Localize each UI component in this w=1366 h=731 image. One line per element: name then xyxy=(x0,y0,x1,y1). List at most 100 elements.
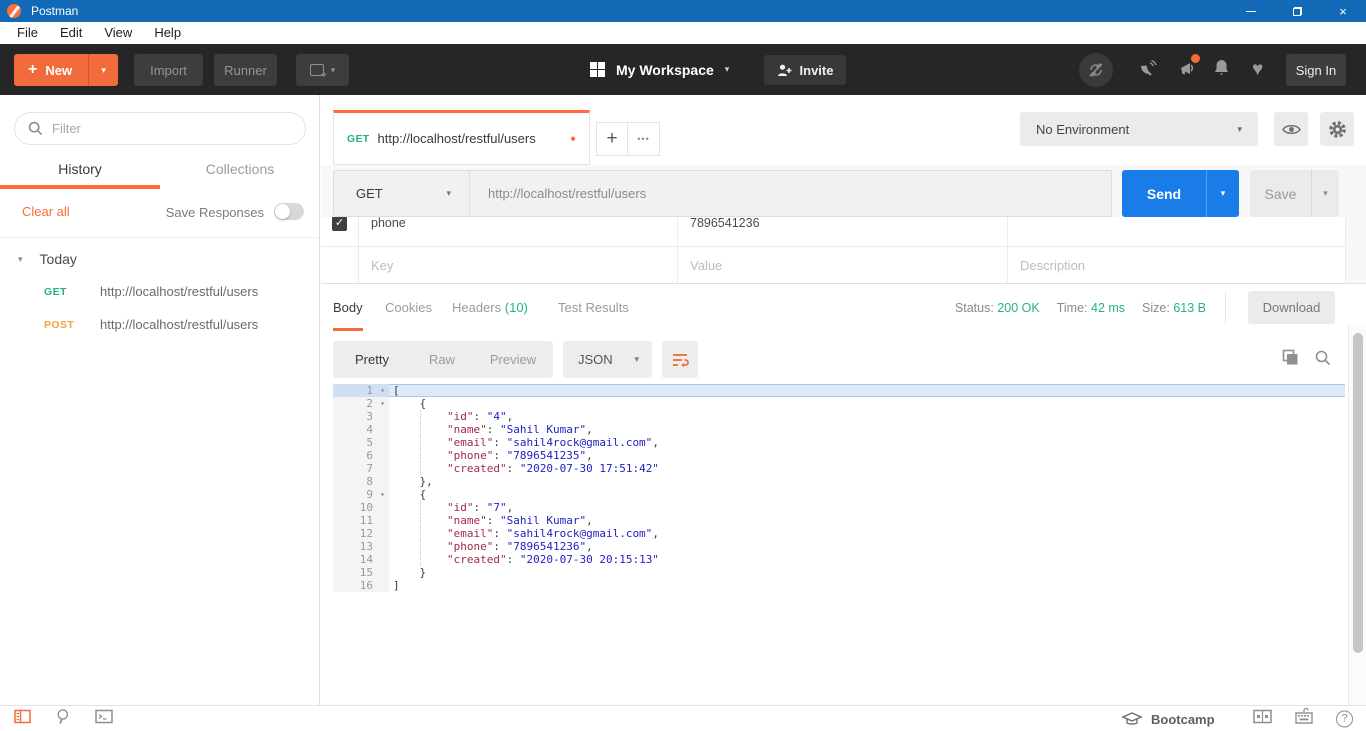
editor-line[interactable]: 16] xyxy=(333,579,1345,592)
restore-icon xyxy=(1293,7,1302,16)
url-input[interactable] xyxy=(470,171,1111,216)
import-button[interactable]: Import xyxy=(134,54,203,86)
tab-options-button[interactable]: ••• xyxy=(627,122,660,156)
send-button[interactable]: Send xyxy=(1122,170,1206,217)
key-placeholder[interactable]: Key xyxy=(371,258,393,273)
editor-line[interactable]: 2▾ { xyxy=(333,397,1345,410)
param-value[interactable]: 7896541236 xyxy=(690,217,760,230)
response-body-editor[interactable]: 1▾[2▾ {3 "id": "4",4 "name": "Sahil Kuma… xyxy=(333,384,1345,705)
bootcamp-button[interactable]: Bootcamp xyxy=(1122,706,1215,731)
send-dropdown-button[interactable]: ▾ xyxy=(1206,170,1239,217)
minimize-button[interactable] xyxy=(1228,0,1274,22)
filter-input[interactable] xyxy=(52,121,272,136)
param-checkbox[interactable]: ✓ xyxy=(332,217,347,231)
editor-line[interactable]: 8 }, xyxy=(333,475,1345,488)
format-selector[interactable]: JSON ▾ xyxy=(563,341,652,378)
request-tab[interactable]: GET http://localhost/restful/users ● xyxy=(333,110,590,165)
menu-edit[interactable]: Edit xyxy=(49,22,93,44)
new-tab-button[interactable]: + xyxy=(596,122,628,156)
param-row[interactable]: ✓ phone 7896541236 xyxy=(321,217,1346,247)
unsaved-dot-icon: ● xyxy=(570,133,576,144)
announcements-button[interactable] xyxy=(1178,58,1198,82)
description-placeholder[interactable]: Description xyxy=(1020,258,1085,273)
editor-line[interactable]: 13 "phone": "7896541236", xyxy=(333,540,1345,553)
history-item[interactable]: POSThttp://localhost/restful/users xyxy=(0,308,320,341)
value-placeholder[interactable]: Value xyxy=(690,258,722,273)
proxy-button[interactable] xyxy=(1138,58,1158,82)
editor-line[interactable]: 5 "email": "sahil4rock@gmail.com", xyxy=(333,436,1345,449)
invite-button[interactable]: Invite xyxy=(764,55,846,85)
view-preview[interactable]: Preview xyxy=(473,341,553,378)
tab-history[interactable]: History xyxy=(0,152,160,189)
new-dropdown-button[interactable]: ▾ xyxy=(88,54,118,86)
two-pane-view-button[interactable] xyxy=(1253,709,1272,728)
tab-test-results[interactable]: Test Results xyxy=(558,284,629,331)
history-item[interactable]: GEThttp://localhost/restful/users xyxy=(0,275,320,308)
save-dropdown-button[interactable]: ▾ xyxy=(1311,170,1339,217)
save-button[interactable]: Save xyxy=(1250,170,1311,217)
code-line: [ xyxy=(389,384,400,397)
view-raw[interactable]: Raw xyxy=(411,341,473,378)
tab-collections[interactable]: Collections xyxy=(160,152,320,189)
tab-body[interactable]: Body xyxy=(333,284,363,331)
editor-line[interactable]: 9▾ { xyxy=(333,488,1345,501)
copy-button[interactable] xyxy=(1282,349,1299,371)
method-selector[interactable]: GET ▾ xyxy=(333,170,470,217)
save-responses-toggle[interactable] xyxy=(274,203,304,220)
editor-line[interactable]: 11 "name": "Sahil Kumar", xyxy=(333,514,1345,527)
editor-line[interactable]: 14 "created": "2020-07-30 20:15:13" xyxy=(333,553,1345,566)
fold-caret-icon[interactable]: ▾ xyxy=(380,488,385,501)
environment-preview-button[interactable] xyxy=(1274,112,1308,146)
scrollbar-thumb[interactable] xyxy=(1353,333,1363,653)
menu-help[interactable]: Help xyxy=(143,22,192,44)
editor-gutter: 11 xyxy=(333,514,389,527)
postman-window: Postman × File Edit View Help + New ▾ Im… xyxy=(0,0,1366,731)
fold-caret-icon[interactable]: ▾ xyxy=(380,384,385,397)
editor-line[interactable]: 10 "id": "7", xyxy=(333,501,1345,514)
signin-button[interactable]: Sign In xyxy=(1286,54,1346,86)
tab-cookies[interactable]: Cookies xyxy=(385,284,432,331)
download-button[interactable]: Download xyxy=(1248,291,1335,324)
vertical-scrollbar[interactable] xyxy=(1348,325,1366,705)
eye-icon xyxy=(1282,123,1301,136)
tab-headers[interactable]: Headers (10) xyxy=(452,284,528,331)
editor-line[interactable]: 6 "phone": "7896541235", xyxy=(333,449,1345,462)
global-search-button[interactable] xyxy=(56,708,72,729)
editor-line[interactable]: 15 } xyxy=(333,566,1345,579)
view-pretty[interactable]: Pretty xyxy=(333,341,411,378)
shortcuts-button[interactable] xyxy=(1294,708,1314,730)
editor-line[interactable]: 3 "id": "4", xyxy=(333,410,1345,423)
environment-selector[interactable]: No Environment ▾ xyxy=(1020,112,1258,146)
new-button-label: New xyxy=(45,63,72,78)
help-button[interactable]: ? xyxy=(1336,710,1353,727)
workspace-selector[interactable]: My Workspace ▾ xyxy=(590,44,729,95)
heart-button[interactable]: ♥ xyxy=(1252,59,1263,81)
param-key[interactable]: phone xyxy=(371,217,406,230)
editor-line[interactable]: 12 "email": "sahil4rock@gmail.com", xyxy=(333,527,1345,540)
maximize-button[interactable] xyxy=(1274,0,1320,22)
clear-all-link[interactable]: Clear all xyxy=(22,204,70,219)
new-window-button[interactable]: ▾ xyxy=(296,54,349,86)
editor-line[interactable]: 7 "created": "2020-07-30 17:51:42" xyxy=(333,462,1345,475)
request-tab-method: GET xyxy=(347,133,370,145)
menu-file[interactable]: File xyxy=(6,22,49,44)
new-button[interactable]: + New xyxy=(14,54,88,86)
editor-line[interactable]: 1▾[ xyxy=(333,384,1345,397)
history-group-today[interactable]: ▾ Today xyxy=(0,245,320,273)
param-new-row[interactable]: Key Value Description xyxy=(321,247,1346,283)
sidebar-toggle-icon xyxy=(14,709,31,723)
notifications-button[interactable] xyxy=(1213,58,1230,82)
toggle-sidebar-button[interactable] xyxy=(14,709,31,728)
editor-line[interactable]: 4 "name": "Sahil Kumar", xyxy=(333,423,1345,436)
wrap-lines-button[interactable] xyxy=(662,341,698,378)
console-button[interactable] xyxy=(95,709,113,728)
settings-button[interactable] xyxy=(1320,112,1354,146)
sync-disabled-button[interactable] xyxy=(1079,53,1113,87)
runner-button[interactable]: Runner xyxy=(214,54,277,86)
view-mode-switch: Pretty Raw Preview xyxy=(333,341,553,378)
search-response-button[interactable] xyxy=(1315,350,1331,371)
close-button[interactable]: × xyxy=(1320,0,1366,22)
collapse-caret-icon[interactable]: ▾ xyxy=(18,254,23,265)
menu-view[interactable]: View xyxy=(93,22,143,44)
fold-caret-icon[interactable]: ▾ xyxy=(380,397,385,410)
